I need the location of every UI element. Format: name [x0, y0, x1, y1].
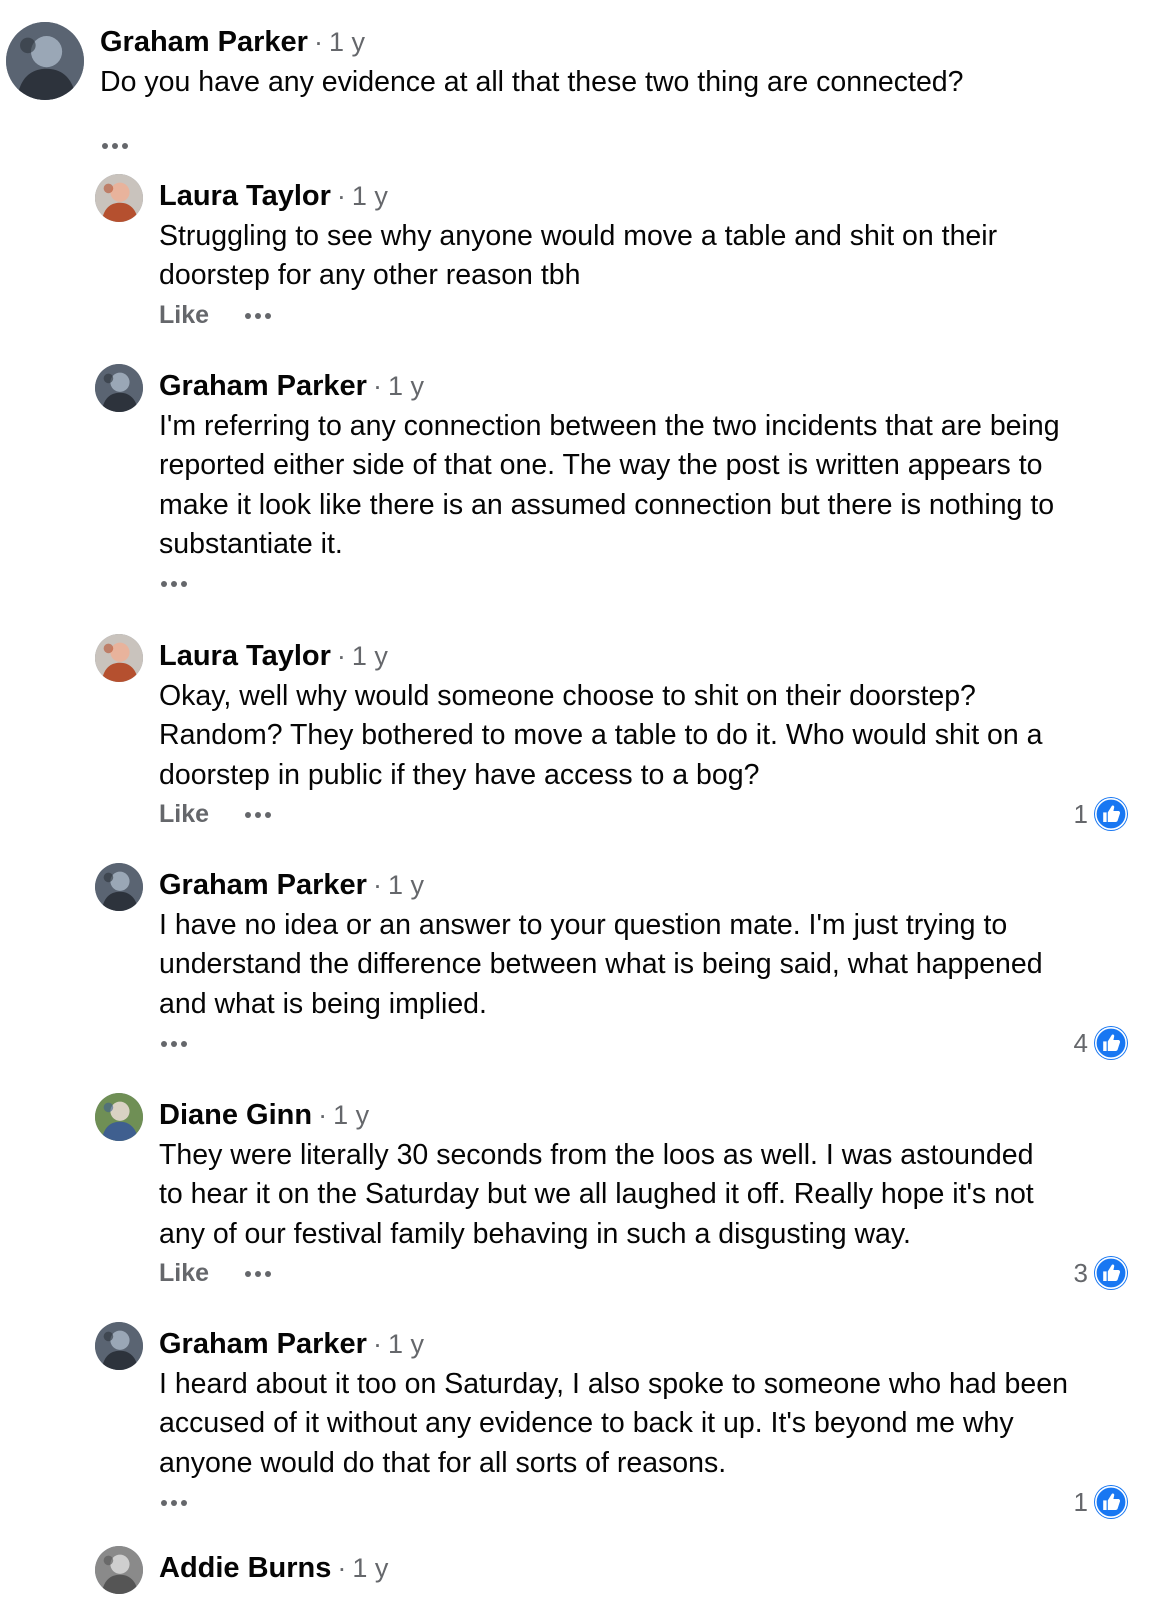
like-button[interactable]: Like: [159, 797, 209, 831]
reaction-count: 1: [1073, 799, 1088, 829]
comment-actions: [100, 128, 130, 162]
comment-actions: Like: [159, 298, 273, 332]
avatar[interactable]: [95, 1322, 143, 1370]
comment-header: Graham Parker · 1 y: [159, 1326, 424, 1362]
timestamp[interactable]: 1 y: [352, 641, 388, 671]
like-button[interactable]: Like: [159, 298, 209, 332]
more-options-icon[interactable]: [243, 1256, 273, 1290]
comment-actions: [159, 566, 189, 600]
author-name[interactable]: Graham Parker: [100, 26, 308, 58]
author-name[interactable]: Addie Burns: [159, 1552, 331, 1584]
more-options-icon[interactable]: [159, 566, 189, 600]
timestamp[interactable]: 1 y: [352, 1553, 388, 1583]
comment-header: Graham Parker · 1 y: [100, 24, 365, 60]
author-name[interactable]: Graham Parker: [159, 869, 367, 901]
thumbs-up-reaction-icon: [1094, 1026, 1128, 1060]
comment-actions: Like: [159, 797, 273, 831]
comment-text: Do you have any evidence at all that the…: [100, 66, 964, 98]
author-name[interactable]: Laura Taylor: [159, 640, 331, 672]
avatar[interactable]: [95, 174, 143, 222]
comment-header: Graham Parker · 1 y: [159, 368, 424, 404]
comment-actions: Like: [159, 1256, 273, 1290]
dot-separator: ·: [372, 371, 382, 401]
dot-separator: ·: [372, 1329, 382, 1359]
author-name[interactable]: Laura Taylor: [159, 180, 331, 212]
timestamp[interactable]: 1 y: [329, 27, 365, 57]
comment-text: Okay, well why would someone choose to s…: [159, 680, 1043, 791]
avatar[interactable]: [95, 364, 143, 412]
comment-actions: [159, 1485, 189, 1519]
avatar[interactable]: [95, 863, 143, 911]
timestamp[interactable]: 1 y: [388, 870, 424, 900]
author-name[interactable]: Diane Ginn: [159, 1099, 312, 1131]
reaction-count: 4: [1073, 1028, 1088, 1058]
more-options-icon[interactable]: [159, 1026, 189, 1060]
comment-header: Laura Taylor · 1 y: [159, 638, 388, 674]
avatar[interactable]: [95, 1093, 143, 1141]
timestamp[interactable]: 1 y: [352, 181, 388, 211]
thumbs-up-reaction-icon: [1094, 797, 1128, 831]
thumbs-up-reaction-icon: [1094, 1256, 1128, 1290]
more-options-icon[interactable]: [159, 1485, 189, 1519]
more-options-icon[interactable]: [243, 298, 273, 332]
avatar[interactable]: [6, 22, 84, 100]
comment-header: Diane Ginn · 1 y: [159, 1097, 369, 1133]
reaction-count: 1: [1073, 1487, 1088, 1517]
comment-text: They were literally 30 seconds from the …: [159, 1139, 1034, 1250]
comment-text: I have no idea or an answer to your ques…: [159, 909, 1043, 1020]
comment-header: Graham Parker · 1 y: [159, 867, 424, 903]
comment-header: Laura Taylor · 1 y: [159, 178, 388, 214]
dot-separator: ·: [337, 1553, 347, 1583]
reaction-summary[interactable]: 4: [1074, 1025, 1128, 1061]
comment-text: Struggling to see why anyone would move …: [159, 220, 998, 292]
like-button[interactable]: Like: [159, 1256, 209, 1290]
comment-text: I heard about it too on Saturday, I also…: [159, 1368, 1068, 1479]
more-options-icon[interactable]: [243, 797, 273, 831]
comment-actions: [159, 1026, 189, 1060]
timestamp[interactable]: 1 y: [388, 371, 424, 401]
comment-header: Addie Burns · 1 y: [159, 1550, 388, 1586]
reaction-summary[interactable]: 1: [1074, 796, 1128, 832]
thumbs-up-reaction-icon: [1094, 1485, 1128, 1519]
dot-separator: ·: [336, 181, 346, 211]
reaction-count: 3: [1073, 1258, 1088, 1288]
timestamp[interactable]: 1 y: [388, 1329, 424, 1359]
author-name[interactable]: Graham Parker: [159, 1328, 367, 1360]
author-name[interactable]: Graham Parker: [159, 370, 367, 402]
dot-separator: ·: [313, 27, 323, 57]
reaction-summary[interactable]: 3: [1074, 1255, 1128, 1291]
timestamp[interactable]: 1 y: [333, 1100, 369, 1130]
dot-separator: ·: [372, 870, 382, 900]
avatar[interactable]: [95, 1546, 143, 1594]
dot-separator: ·: [318, 1100, 328, 1130]
reaction-summary[interactable]: 1: [1074, 1484, 1128, 1520]
avatar[interactable]: [95, 634, 143, 682]
dot-separator: ·: [336, 641, 346, 671]
comment-text: I'm referring to any connection between …: [159, 410, 1060, 560]
more-options-icon[interactable]: [100, 128, 130, 162]
